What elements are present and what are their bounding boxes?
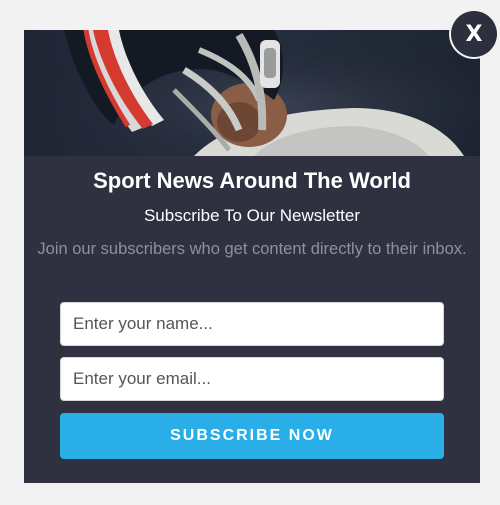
newsletter-popup: Sport News Around The World Subscribe To… (24, 30, 480, 483)
popup-title: Sport News Around The World (93, 168, 411, 193)
subscribe-button[interactable]: SUBSCRIBE NOW (60, 413, 444, 459)
popup-subtitle: Subscribe To Our Newsletter (143, 206, 361, 225)
popup-description: Join our subscribers who get content dir… (37, 240, 467, 258)
name-input[interactable] (60, 302, 444, 346)
close-icon: X (465, 21, 483, 47)
football-player-image (24, 30, 480, 156)
email-input[interactable] (60, 357, 444, 401)
hero-image (24, 30, 480, 156)
close-button[interactable]: X (451, 11, 497, 57)
